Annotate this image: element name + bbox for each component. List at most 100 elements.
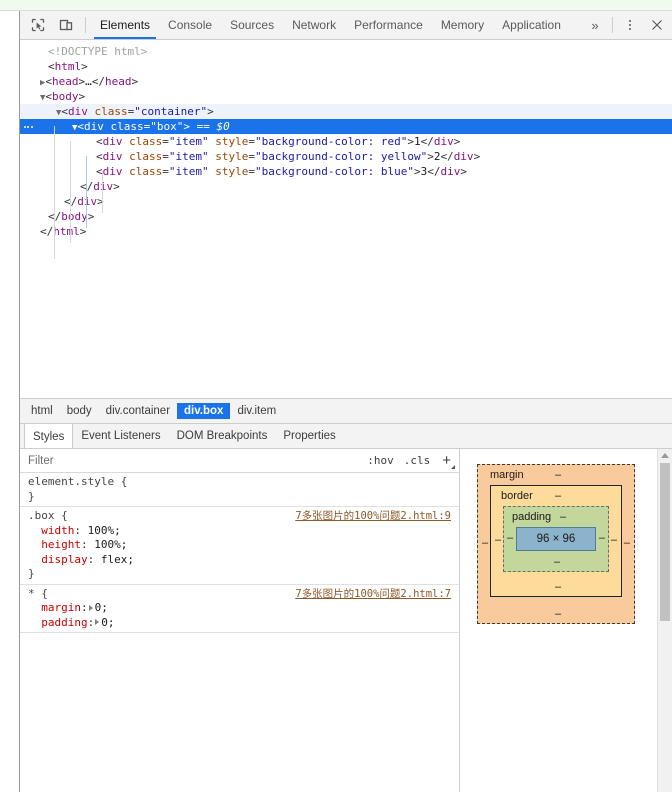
css-declaration[interactable]: margin: 0; [20, 601, 459, 616]
box-model-content-size[interactable]: 96 × 96 [516, 527, 596, 551]
css-rule[interactable]: element.style {} [20, 473, 459, 507]
tab-performance-label: Performance [354, 18, 423, 32]
expand-shorthand-icon[interactable] [88, 604, 93, 611]
new-style-rule-dropdown-icon[interactable] [451, 465, 455, 469]
devtools-toolbar: Elements Console Sources Network Perform… [20, 11, 672, 40]
box-model-padding-left[interactable]: – [507, 532, 513, 544]
styles-filter-row: Filter :hov .cls + [20, 449, 459, 473]
breadcrumb-item-div-box[interactable]: div.box [177, 403, 231, 419]
css-property[interactable]: width [41, 524, 74, 537]
box-model-padding[interactable]: padding – – – – 96 × 96 [503, 506, 609, 572]
box-model-margin[interactable]: margin – – – – border – – – – padding – … [477, 464, 635, 624]
breadcrumb-item-body[interactable]: body [60, 403, 99, 419]
box-model-padding-top[interactable]: – [560, 511, 566, 523]
css-value[interactable]: 100%; [88, 524, 121, 537]
css-value[interactable]: 100%; [94, 538, 127, 551]
dom-node-line[interactable]: ▼<body> [20, 89, 672, 104]
css-property[interactable]: display [41, 553, 87, 566]
css-value[interactable]: 0; [95, 601, 108, 614]
css-declaration[interactable]: height: 100%; [20, 538, 459, 553]
box-model-border-right[interactable]: – [611, 534, 617, 546]
dom-node-line[interactable]: ▶<head>…</head> [20, 74, 672, 89]
css-declaration[interactable]: width: 100%; [20, 524, 459, 539]
breadcrumb-item-html[interactable]: html [24, 403, 60, 419]
css-value[interactable]: 0; [101, 616, 114, 629]
dom-node-line[interactable]: ▼<div class="box"> == $0 [20, 119, 672, 134]
dom-node-line[interactable]: <html> [20, 59, 672, 74]
box-model-border-left[interactable]: – [495, 534, 501, 546]
tab-elements[interactable]: Elements [91, 11, 159, 39]
scroll-up-icon[interactable] [661, 453, 669, 458]
toolbar-right-actions: » [583, 11, 672, 39]
css-property[interactable]: height [41, 538, 81, 551]
css-selector[interactable]: .box { [20, 509, 459, 524]
tab-properties[interactable]: Properties [275, 424, 343, 448]
computed-box-model-column: margin – – – – border – – – – padding – … [460, 449, 672, 792]
styles-scrollbar[interactable] [657, 449, 672, 792]
tab-console[interactable]: Console [159, 11, 221, 39]
breadcrumb-label: div.box [184, 405, 224, 417]
breadcrumb-label: div.container [105, 405, 171, 417]
device-toolbar-icon[interactable] [52, 11, 80, 39]
tab-memory[interactable]: Memory [432, 11, 493, 39]
css-rule[interactable]: 7多张图片的100%问题2.html:7 * { margin: 0; paddin… [20, 585, 459, 633]
inspect-element-icon[interactable] [24, 11, 52, 39]
node-badge-icon[interactable] [22, 123, 34, 131]
scrollbar-thumb[interactable] [660, 463, 670, 621]
hov-toggle-button[interactable]: :hov [367, 454, 394, 467]
dom-node-line[interactable]: <div class="item" style="background-colo… [20, 134, 672, 149]
expand-shorthand-icon[interactable] [95, 619, 100, 625]
dom-tree[interactable]: <!DOCTYPE html> <html> ▶<head>…</head> ▼<bo… [20, 40, 672, 398]
dom-node-line[interactable]: <div class="item" style="background-colo… [20, 164, 672, 179]
dom-node-line[interactable]: ▼<div class="container"> [20, 104, 672, 119]
dom-node-line[interactable]: <div class="item" style="background-colo… [20, 149, 672, 164]
dom-node-line[interactable]: </body> [20, 209, 672, 224]
dom-node-line[interactable]: </div> [20, 179, 672, 194]
more-tabs-icon[interactable]: » [583, 11, 607, 39]
css-selector[interactable]: * { [20, 587, 459, 602]
css-value[interactable]: flex; [101, 553, 134, 566]
box-model-border-label: border [501, 490, 533, 502]
css-declaration[interactable]: display: flex; [20, 553, 459, 568]
css-rule[interactable]: 7多张图片的100%问题2.html:9 .box { width: 100%; … [20, 507, 459, 585]
dom-node-line[interactable]: <!DOCTYPE html> [20, 44, 672, 59]
box-model-padding-right[interactable]: – [599, 532, 605, 544]
tab-event-listeners-label: Event Listeners [81, 430, 161, 442]
box-model-border-bottom[interactable]: – [555, 581, 561, 593]
css-property[interactable]: margin [41, 601, 81, 614]
cls-toggle-button[interactable]: .cls [404, 454, 431, 467]
tab-performance[interactable]: Performance [345, 11, 432, 39]
box-model-margin-bottom[interactable]: – [555, 608, 561, 620]
devtools-window: Elements Console Sources Network Perform… [19, 11, 672, 792]
dom-node-line[interactable]: </div> [20, 194, 672, 209]
css-property[interactable]: padding [41, 616, 87, 629]
new-style-rule-button[interactable]: + [442, 453, 455, 469]
dom-node-line[interactable]: </html> [20, 224, 672, 239]
breadcrumb: html body div.container div.box div.item [20, 398, 672, 423]
tab-network[interactable]: Network [283, 11, 345, 39]
filter-input[interactable]: Filter [28, 455, 357, 467]
tab-dom-breakpoints[interactable]: DOM Breakpoints [169, 424, 276, 448]
tab-application[interactable]: Application [493, 11, 570, 39]
more-tabs-label: » [591, 17, 599, 33]
box-model-padding-label: padding [512, 511, 552, 523]
breadcrumb-label: html [31, 405, 53, 417]
box-model-margin-left[interactable]: – [482, 537, 488, 549]
css-declaration[interactable]: padding: 0; [20, 616, 459, 631]
box-model-margin-top[interactable]: – [555, 469, 561, 481]
box-model-padding-bottom[interactable]: – [554, 556, 560, 568]
tab-styles[interactable]: Styles [24, 424, 74, 449]
box-model-margin-right[interactable]: – [624, 537, 630, 549]
box-model-border[interactable]: border – – – – padding – – – – 96 × 96 [490, 485, 622, 597]
close-icon[interactable] [642, 11, 672, 39]
css-selector[interactable]: element.style { [20, 475, 459, 490]
devtools-menu-icon[interactable] [618, 11, 642, 39]
tab-elements-label: Elements [100, 18, 151, 32]
devtools-screenshot: Elements Console Sources Network Perform… [0, 0, 672, 792]
css-rule-close: } [28, 567, 35, 580]
tab-sources[interactable]: Sources [221, 11, 283, 39]
breadcrumb-item-div-container[interactable]: div.container [99, 403, 177, 419]
box-model-border-top[interactable]: – [555, 490, 561, 502]
tab-event-listeners[interactable]: Event Listeners [73, 424, 168, 448]
breadcrumb-item-div-item[interactable]: div.item [230, 403, 283, 419]
